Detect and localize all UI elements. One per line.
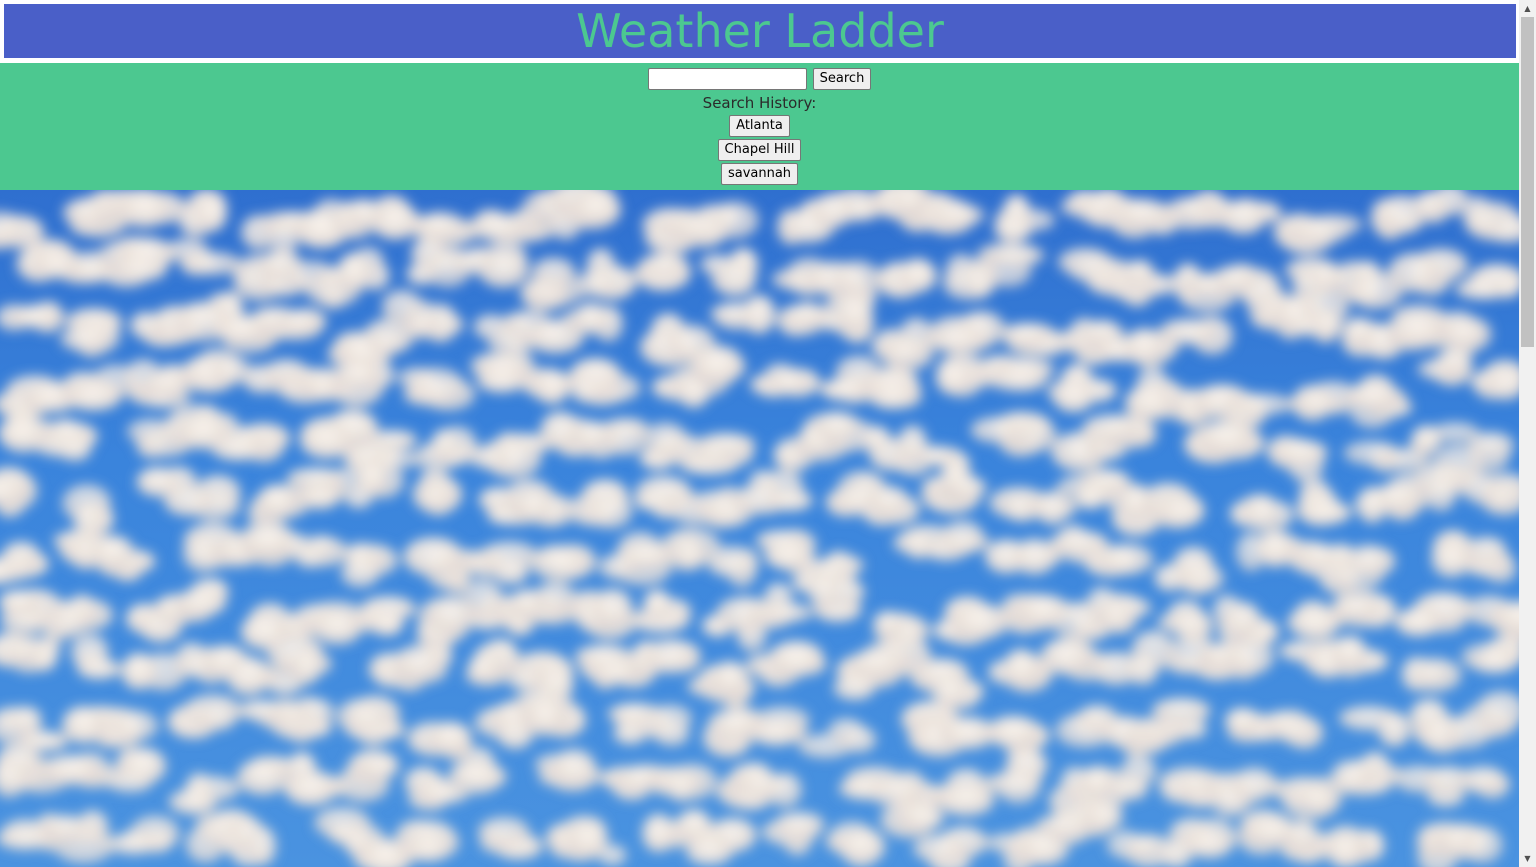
history-item-chapel-hill[interactable]: Chapel Hill bbox=[717, 139, 802, 161]
search-row: Search bbox=[0, 67, 1519, 91]
search-button[interactable]: Search bbox=[812, 68, 872, 90]
history-item-savannah[interactable]: savannah bbox=[720, 163, 799, 185]
search-panel: Search Search History: Atlanta Chapel Hi… bbox=[0, 63, 1519, 190]
page-viewport: Weather Ladder Search Search History: At… bbox=[0, 0, 1519, 867]
sky-background-image bbox=[0, 190, 1519, 867]
cloud-puffs bbox=[0, 190, 1519, 867]
search-history-label: Search History: bbox=[702, 94, 817, 112]
scroll-up-arrow-icon[interactable]: ▲ bbox=[1519, 0, 1536, 17]
clouds-illustration bbox=[0, 190, 1519, 867]
scroll-down-arrow-icon[interactable]: ▼ bbox=[1519, 850, 1536, 867]
page-title: Weather Ladder bbox=[576, 4, 944, 58]
scrollbar-thumb[interactable] bbox=[1521, 17, 1534, 347]
vertical-scrollbar[interactable]: ▲ ▼ bbox=[1519, 0, 1536, 867]
history-item-atlanta[interactable]: Atlanta bbox=[729, 115, 790, 137]
search-input[interactable] bbox=[647, 68, 807, 90]
search-history-list: Atlanta Chapel Hill savannah bbox=[0, 115, 1519, 187]
header-bar: Weather Ladder bbox=[4, 4, 1516, 58]
